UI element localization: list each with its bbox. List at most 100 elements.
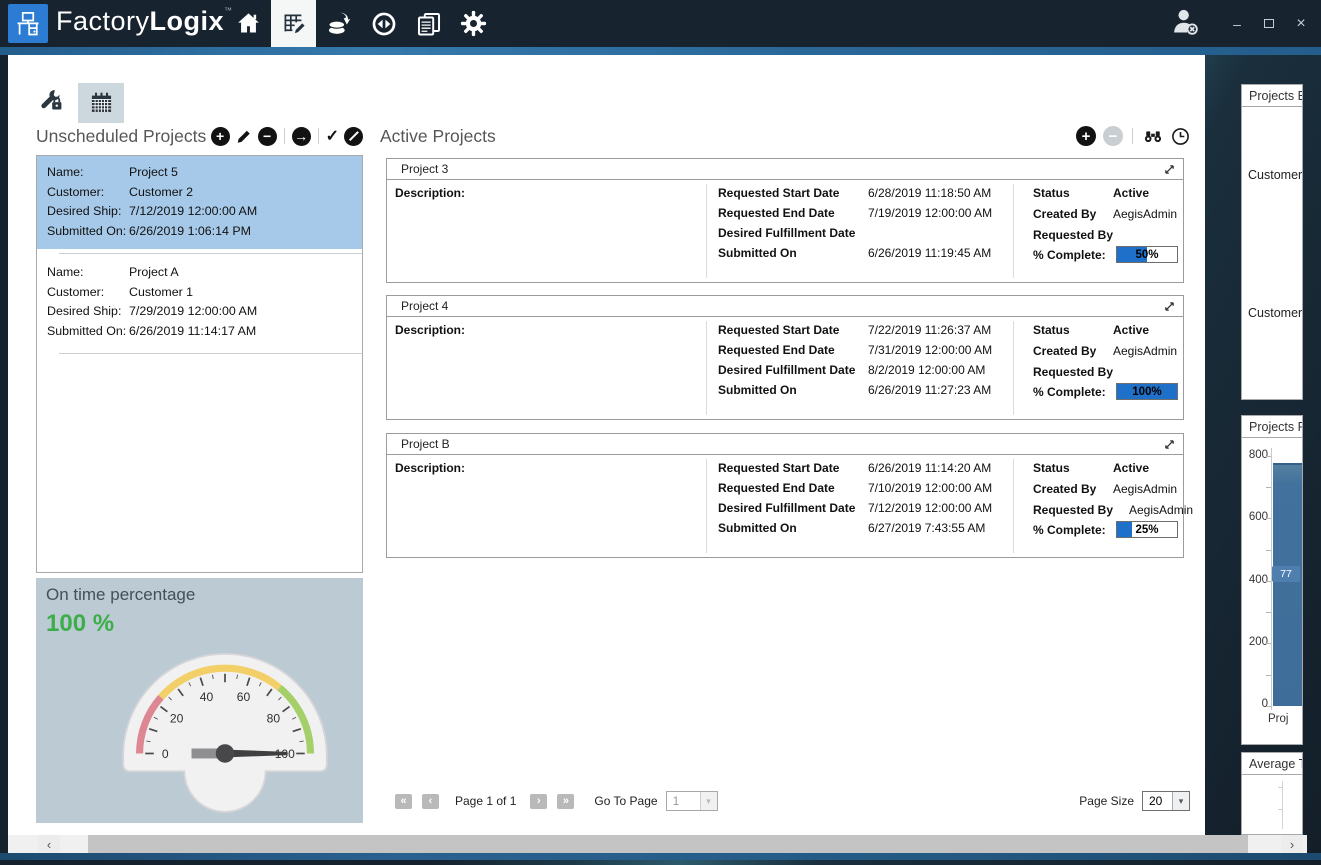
description-label: Description: [395, 461, 465, 475]
unscheduled-projects-list: Name:Project 5 Customer:Customer 2 Desir… [36, 155, 363, 573]
edit-project-icon[interactable] [235, 127, 253, 145]
last-page-button[interactable]: » [557, 794, 574, 809]
expand-card-button[interactable] [1164, 439, 1175, 450]
expand-diagonal-icon [1164, 439, 1175, 450]
gauge-title: On time percentage [46, 585, 195, 605]
y-tick-label: 200 [1242, 636, 1268, 648]
cancel-icon[interactable] [344, 127, 363, 146]
svg-text:60: 60 [237, 690, 251, 704]
calendar-icon [88, 90, 115, 117]
x-axis-label: Proj [1268, 713, 1288, 725]
active-projects-title: Active Projects [380, 126, 496, 147]
average-time-panel: Average T [1241, 752, 1303, 835]
close-button[interactable]: × [1291, 14, 1311, 34]
toolbar-divider [284, 128, 285, 144]
database-import-icon [325, 10, 352, 37]
percent-complete-bar: 100% [1116, 383, 1178, 400]
remove-active-project-icon[interactable]: − [1103, 126, 1123, 146]
approve-icon[interactable]: ✓ [326, 126, 339, 146]
nav-settings-button[interactable] [451, 0, 496, 47]
panel-title: Average T [1242, 753, 1302, 775]
y-axis [1282, 781, 1283, 829]
grid-pencil-icon [280, 10, 307, 37]
previous-page-button[interactable]: ‹ [422, 794, 439, 809]
logout-user-button[interactable] [1169, 5, 1201, 42]
schedule-project-icon[interactable]: → [292, 127, 311, 146]
projects-remaining-panel: Projects R 800 600 400 200 0 77 Proj [1241, 415, 1303, 745]
goto-page-input[interactable]: 1 ▾ [666, 791, 718, 811]
panel-title: Projects B [1242, 85, 1302, 107]
nav-transfers-button[interactable] [361, 0, 406, 47]
clock-icon [1171, 127, 1190, 146]
history-button[interactable] [1171, 127, 1190, 146]
minimize-button[interactable]: – [1227, 14, 1247, 34]
on-time-gauge: 020406080100 [104, 636, 346, 814]
title-bar: FactoryLogix™ [0, 0, 1321, 47]
gauge-value: 100 % [46, 610, 114, 638]
card-title: Project 3 [401, 162, 448, 176]
tab-scheduling-tools[interactable] [28, 83, 74, 117]
y-tick-label: 800 [1242, 449, 1268, 461]
y-tick-label: 600 [1242, 511, 1268, 523]
add-active-project-icon[interactable]: + [1076, 126, 1096, 146]
list-item-project-5[interactable]: Name:Project 5 Customer:Customer 2 Desir… [37, 156, 362, 254]
maximize-button[interactable] [1259, 14, 1279, 34]
search-projects-button[interactable] [1142, 126, 1164, 146]
nav-production-planning-button[interactable] [271, 0, 316, 47]
progress-label: 25% [1117, 522, 1177, 537]
expand-card-button[interactable] [1164, 164, 1175, 175]
home-icon [235, 10, 262, 37]
brand-text: FactoryLogix™ [56, 6, 233, 37]
goto-page-label: Go To Page [594, 794, 657, 808]
minimize-icon: – [1233, 16, 1241, 32]
content-area: Unscheduled Projects + − → ✓ Name:Projec… [8, 55, 1205, 835]
list-item-project-a[interactable]: Name:Project A Customer:Customer 1 Desir… [37, 256, 362, 354]
first-page-button[interactable]: « [395, 794, 412, 809]
page-size-dropdown-button[interactable]: ▾ [1172, 792, 1189, 810]
unscheduled-projects-title: Unscheduled Projects [36, 126, 206, 147]
maximize-icon [1264, 19, 1274, 28]
page-status: Page 1 of 1 [455, 794, 516, 808]
list-separator [59, 353, 362, 354]
gear-icon [459, 9, 488, 38]
nav-home-button[interactable] [226, 0, 271, 47]
card-title: Project B [401, 437, 450, 451]
panel-title: Projects R [1242, 416, 1302, 438]
pagination-bar: « ‹ Page 1 of 1 › » Go To Page 1 ▾ Page … [395, 788, 1190, 814]
factorylogix-logo-icon [8, 4, 48, 43]
nav-materials-button[interactable] [316, 0, 361, 47]
bar-value-badge: 77 [1272, 566, 1300, 582]
bottom-frame-strip [0, 853, 1321, 860]
goto-page-dropdown-button[interactable]: ▾ [700, 792, 717, 810]
card-header: Project 3 [387, 159, 1183, 180]
scroll-left-button[interactable]: ‹ [38, 835, 60, 853]
description-label: Description: [395, 186, 465, 200]
status-value: Active [1113, 186, 1149, 200]
percent-complete-bar: 25% [1116, 521, 1178, 538]
user-x-icon [1169, 5, 1201, 37]
tab-schedule-calendar[interactable] [78, 83, 124, 123]
close-icon: × [1296, 15, 1305, 33]
category-label: Customer 2 [1248, 168, 1303, 182]
unscheduled-toolbar: + − → ✓ [211, 126, 363, 146]
expand-card-button[interactable] [1164, 301, 1175, 312]
next-page-button[interactable]: › [530, 794, 547, 809]
chevron-down-icon: ▾ [706, 796, 711, 807]
svg-text:40: 40 [200, 690, 214, 704]
nav-reports-button[interactable] [406, 0, 451, 47]
scroll-right-button[interactable]: › [1281, 835, 1303, 853]
on-time-percentage-panel: On time percentage 100 % 020406080100 [36, 578, 363, 823]
desk-monitor-icon [14, 10, 42, 38]
add-project-icon[interactable]: + [211, 127, 230, 146]
scrollbar-thumb[interactable] [88, 835, 1248, 853]
category-label: Customer 1 [1248, 306, 1303, 320]
remove-project-icon[interactable]: − [258, 127, 277, 146]
horizontal-scrollbar[interactable]: ‹ › [8, 835, 1307, 853]
chart-bar [1273, 463, 1303, 706]
toolbar-divider [1132, 128, 1133, 144]
project-card-project-b: Project B Description: Requested Start D… [386, 433, 1184, 558]
y-tick-label: 400 [1242, 574, 1268, 586]
card-title: Project 4 [401, 299, 448, 313]
page-size-select[interactable]: 20 ▾ [1142, 791, 1190, 811]
active-projects-toolbar: + − [1076, 126, 1190, 146]
